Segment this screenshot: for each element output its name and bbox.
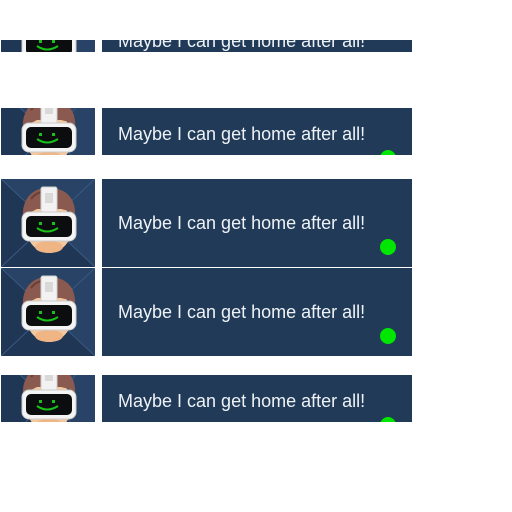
status-indicator-dot xyxy=(380,150,396,155)
dialogue-text: Maybe I can get home after all! xyxy=(118,40,366,51)
dialogue-entry: Maybe I can get home after all! xyxy=(0,375,412,422)
dialogue-entry: Maybe I can get home after all! xyxy=(0,179,412,267)
character-portrait xyxy=(1,108,95,155)
dialogue-text: Maybe I can get home after all! xyxy=(118,302,366,322)
dialogue-message-box: Maybe I can get home after all! xyxy=(102,268,412,356)
status-indicator-dot xyxy=(380,239,396,255)
character-portrait xyxy=(1,179,95,267)
dialogue-entry: Maybe I can get home after all! xyxy=(0,268,412,356)
character-portrait xyxy=(1,375,95,422)
character-portrait xyxy=(1,268,95,356)
status-indicator-dot xyxy=(380,328,396,344)
dialogue-entry: Maybe I can get home after all! xyxy=(0,108,412,155)
dialogue-message-box: Maybe I can get home after all! xyxy=(102,375,412,422)
robot-visor-character-icon xyxy=(1,268,95,356)
robot-visor-character-icon xyxy=(1,40,95,52)
character-portrait xyxy=(1,40,95,52)
dialogue-message-box: Maybe I can get home after all! xyxy=(102,108,412,155)
dialogue-message-box: Maybe I can get home after all! xyxy=(102,179,412,267)
dialogue-text: Maybe I can get home after all! xyxy=(118,124,366,144)
status-indicator-dot xyxy=(380,417,396,422)
dialogue-message-box: Maybe I can get home after all! xyxy=(102,40,412,52)
dialogue-entry: Maybe I can get home after all! xyxy=(0,40,412,52)
dialogue-text: Maybe I can get home after all! xyxy=(118,213,366,233)
robot-visor-character-icon xyxy=(1,108,95,155)
robot-visor-character-icon xyxy=(1,375,95,422)
dialogue-text: Maybe I can get home after all! xyxy=(118,391,366,411)
robot-visor-character-icon xyxy=(1,179,95,267)
